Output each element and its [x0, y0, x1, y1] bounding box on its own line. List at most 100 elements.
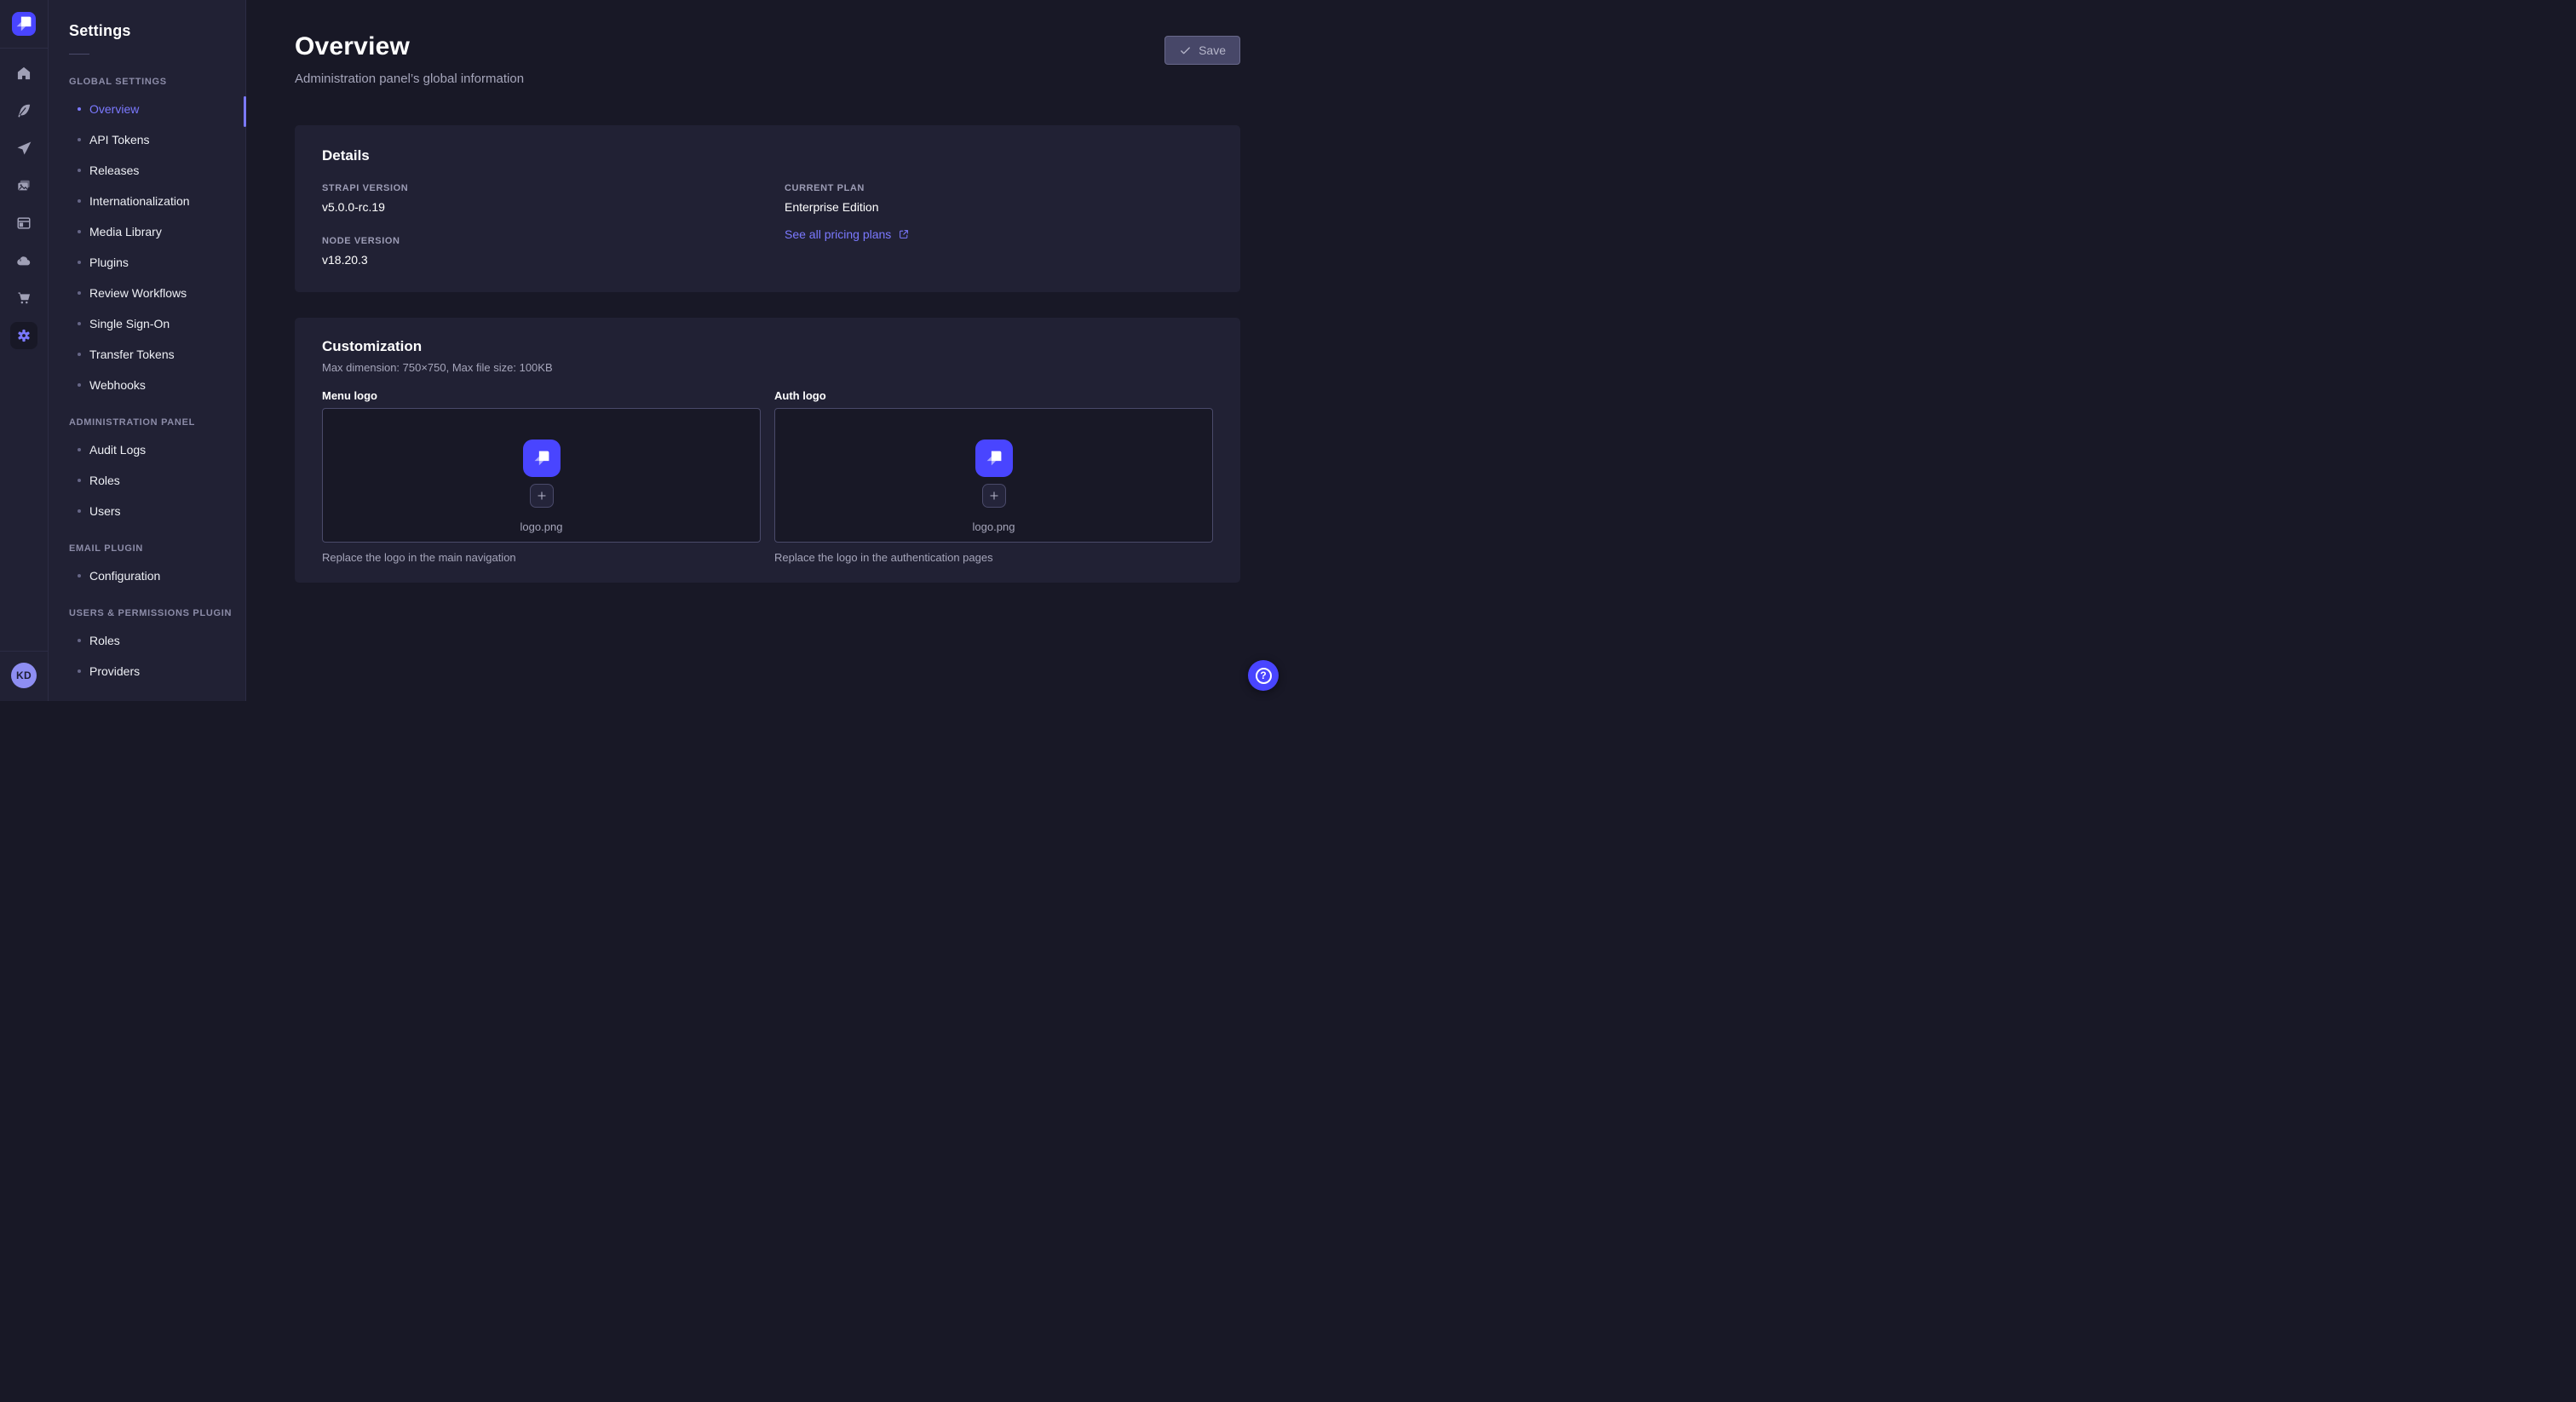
subnav-item-transfer-tokens[interactable]: Transfer Tokens — [69, 339, 233, 370]
subnav-item-label: API Tokens — [89, 133, 150, 147]
gear-icon — [15, 327, 32, 344]
check-icon — [1179, 44, 1192, 57]
main-nav-rail: KD — [0, 0, 49, 701]
nav-layout-button[interactable] — [10, 210, 37, 237]
subnav-item-label: Webhooks — [89, 378, 146, 392]
details-card: Details STRAPI VERSION v5.0.0-rc.19 NODE… — [295, 125, 1240, 292]
subnav-item-label: Review Workflows — [89, 286, 187, 300]
logo-filename: logo.png — [973, 520, 1015, 533]
images-icon — [15, 177, 32, 194]
subnav-item-label: Media Library — [89, 225, 162, 238]
bullet-dot — [78, 138, 81, 141]
subnav-item-label: Configuration — [89, 569, 160, 583]
subnav-item-label: Internationalization — [89, 194, 190, 208]
subnav-item-admin-users[interactable]: Users — [69, 496, 233, 526]
subnav-section-email-plugin: EMAIL PLUGIN Configuration — [69, 543, 233, 591]
auth-logo-field: Auth logo — [774, 389, 1213, 564]
subnav-item-media-library[interactable]: Media Library — [69, 216, 233, 247]
home-icon — [15, 65, 32, 82]
upload-hint: Replace the logo in the authentication p… — [774, 551, 1213, 564]
subnav-item-label: Single Sign-On — [89, 317, 170, 330]
auth-logo-dropzone[interactable]: logo.png — [774, 408, 1213, 543]
subnav-item-up-roles[interactable]: Roles — [69, 625, 233, 656]
subnav-item-internationalization[interactable]: Internationalization — [69, 186, 233, 216]
cart-icon — [15, 290, 32, 307]
save-button[interactable]: Save — [1164, 36, 1240, 65]
subnav-item-api-tokens[interactable]: API Tokens — [69, 124, 233, 155]
nav-content-button[interactable] — [10, 97, 37, 124]
nav-deploy-button[interactable] — [10, 135, 37, 162]
strapi-logo-icon — [530, 446, 554, 470]
active-nav-indicator — [244, 96, 246, 127]
rail-bottom: KD — [0, 651, 48, 701]
current-plan-field: CURRENT PLAN Enterprise Edition — [785, 183, 1213, 214]
nav-cloud-button[interactable] — [10, 247, 37, 274]
subnav-item-review-workflows[interactable]: Review Workflows — [69, 278, 233, 308]
subnav-item-single-sign-on[interactable]: Single Sign-On — [69, 308, 233, 339]
field-value: v18.20.3 — [322, 253, 750, 267]
bullet-dot — [78, 230, 81, 233]
details-left-column: STRAPI VERSION v5.0.0-rc.19 NODE VERSION… — [322, 183, 750, 267]
bullet-dot — [78, 169, 81, 172]
user-avatar[interactable]: KD — [11, 663, 37, 688]
node-version-field: NODE VERSION v18.20.3 — [322, 236, 750, 267]
field-label: CURRENT PLAN — [785, 183, 1213, 193]
subnav-item-audit-logs[interactable]: Audit Logs — [69, 434, 233, 465]
page-title: Overview — [295, 32, 524, 61]
subnav-item-releases[interactable]: Releases — [69, 155, 233, 186]
layout-icon — [15, 215, 32, 232]
auth-logo-preview — [975, 440, 1013, 477]
details-right-column: CURRENT PLAN Enterprise Edition See all … — [785, 183, 1213, 267]
nav-home-button[interactable] — [10, 60, 37, 87]
bullet-dot — [78, 383, 81, 387]
send-icon — [15, 140, 32, 157]
logo-upload-grid: Menu logo — [322, 389, 1213, 564]
nav-settings-button[interactable] — [10, 322, 37, 349]
subnav-item-label: Releases — [89, 164, 139, 177]
subnav-divider — [69, 54, 89, 55]
subnav-item-label: Overview — [89, 102, 139, 116]
field-value: v5.0.0-rc.19 — [322, 200, 750, 214]
menu-logo-dropzone[interactable]: logo.png — [322, 408, 761, 543]
details-heading: Details — [322, 147, 1213, 164]
save-button-label: Save — [1199, 43, 1226, 57]
field-label: NODE VERSION — [322, 236, 750, 246]
bullet-dot — [78, 261, 81, 264]
subnav-item-label: Audit Logs — [89, 443, 146, 457]
subnav-item-admin-roles[interactable]: Roles — [69, 465, 233, 496]
bullet-dot — [78, 639, 81, 642]
subnav-item-webhooks[interactable]: Webhooks — [69, 370, 233, 400]
pricing-plans-link[interactable]: See all pricing plans — [785, 227, 910, 241]
customization-card: Customization Max dimension: 750×750, Ma… — [295, 318, 1240, 583]
help-button[interactable]: ? — [1248, 660, 1279, 691]
subnav-item-label: Providers — [89, 664, 140, 678]
strapi-logo-icon — [982, 446, 1006, 470]
section-label: GLOBAL SETTINGS — [69, 77, 233, 87]
strapi-logo[interactable] — [12, 12, 36, 36]
customization-heading: Customization — [322, 338, 1213, 355]
field-value: Enterprise Edition — [785, 200, 1213, 214]
subnav-item-label: Transfer Tokens — [89, 348, 175, 361]
settings-subnav: Settings GLOBAL SETTINGS Overview API To… — [49, 0, 246, 701]
nav-marketplace-button[interactable] — [10, 284, 37, 312]
bullet-dot — [78, 291, 81, 295]
bullet-dot — [78, 199, 81, 203]
upload-hint: Replace the logo in the main navigation — [322, 551, 761, 564]
cloud-icon — [15, 252, 32, 269]
subnav-section-users-permissions: USERS & PERMISSIONS PLUGIN Roles Provide… — [69, 608, 233, 687]
subnav-item-up-providers[interactable]: Providers — [69, 656, 233, 687]
section-label: ADMINISTRATION PANEL — [69, 417, 233, 428]
bullet-dot — [78, 322, 81, 325]
nav-media-button[interactable] — [10, 172, 37, 199]
add-logo-button[interactable] — [982, 484, 1006, 508]
rail-nav — [10, 60, 37, 349]
subnav-item-email-configuration[interactable]: Configuration — [69, 560, 233, 591]
menu-logo-field: Menu logo — [322, 389, 761, 564]
upload-label: Auth logo — [774, 389, 1213, 402]
subnav-item-overview[interactable]: Overview — [69, 94, 233, 124]
subnav-item-label: Roles — [89, 634, 120, 647]
logo-filename: logo.png — [520, 520, 563, 533]
subnav-item-plugins[interactable]: Plugins — [69, 247, 233, 278]
add-logo-button[interactable] — [530, 484, 554, 508]
page-subtitle: Administration panel’s global informatio… — [295, 72, 524, 86]
